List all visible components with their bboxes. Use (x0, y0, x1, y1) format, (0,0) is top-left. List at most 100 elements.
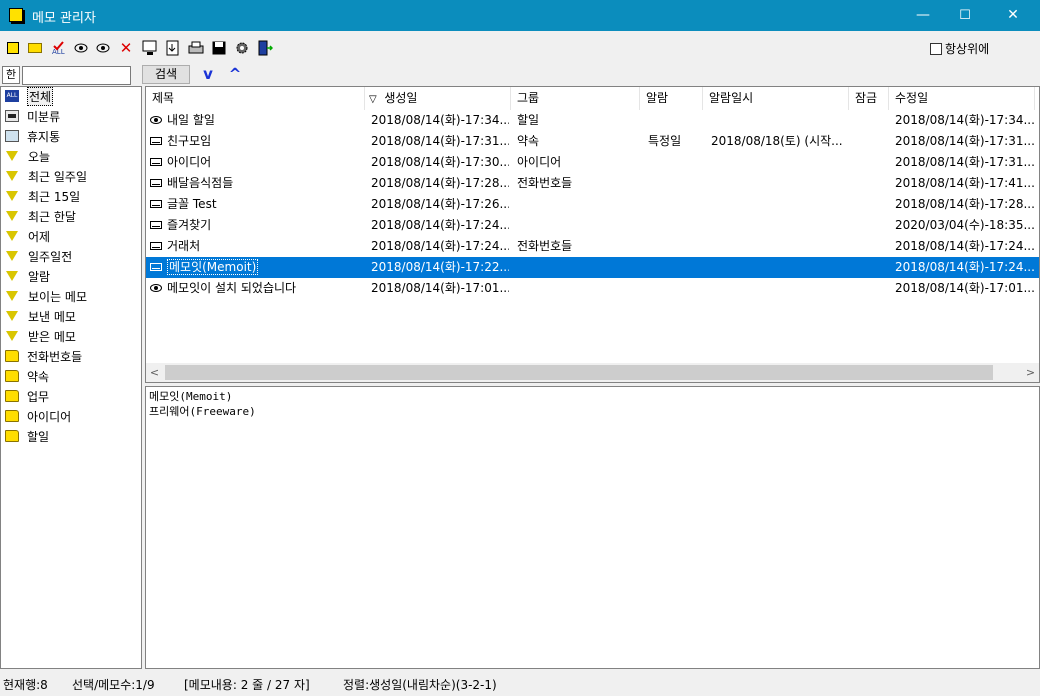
sidebar-item-today[interactable]: 오늘 (5, 147, 50, 165)
table-row[interactable]: 메모잇(Memoit) 2018/08/14(화)-17:22... 2018/08… (146, 257, 1039, 278)
select-all-icon[interactable]: ALL (50, 39, 68, 57)
maximize-button[interactable]: ☐ (942, 0, 988, 31)
row-title-text: 글꼴 Test (167, 197, 217, 211)
table-row[interactable]: 내일 할일 2018/08/14(화)-17:34... 할일 2018/08/14(… (146, 110, 1039, 131)
minimize-button[interactable]: — (900, 0, 946, 31)
save-icon[interactable] (210, 39, 228, 57)
row-alarm (648, 110, 703, 131)
sidebar-item-received-memos[interactable]: 받은 메모 (5, 327, 76, 345)
sidebar-item-label: 보이는 메모 (28, 289, 88, 304)
sidebar-item-label: 최근 일주일 (28, 169, 88, 184)
column-alarm-time[interactable]: 알람일시 (703, 87, 849, 110)
search-next-button[interactable]: v (199, 66, 217, 82)
checkbox-box[interactable] (930, 42, 942, 55)
column-group[interactable]: 그룹 (511, 87, 640, 110)
row-modified: 2018/08/14(화)-17:34... (895, 113, 1035, 127)
column-lock[interactable]: 잠금 (849, 87, 889, 110)
table-row[interactable]: 거래처 2018/08/14(화)-17:24... 전화번호들 2018/08/14… (146, 236, 1039, 257)
sidebar-item-label: 오늘 (28, 149, 51, 164)
table-row[interactable]: 아이디어 2018/08/14(화)-17:30... 아이디어 2018/08/14… (146, 152, 1039, 173)
row-modified: 2018/08/14(화)-17:24... (895, 239, 1035, 253)
sidebar-item-visible-memos[interactable]: 보이는 메모 (5, 287, 87, 305)
sidebar-item-last-week[interactable]: 최근 일주일 (5, 167, 87, 185)
column-alarm[interactable]: 알람 (640, 87, 703, 110)
search-button[interactable]: 검색 (142, 65, 190, 84)
new-memo-icon[interactable] (4, 39, 22, 57)
sidebar-item-label: 업무 (27, 389, 50, 404)
row-title: 즐겨찾기 (150, 215, 364, 236)
sidebar-item-unclassified[interactable]: 미분류 (5, 107, 60, 125)
exit-door-icon[interactable] (256, 39, 274, 57)
memo-icon (150, 158, 162, 166)
filter-icon (6, 311, 18, 321)
hide-memo-icon[interactable] (94, 39, 112, 57)
table-row[interactable]: 배달음식점들 2018/08/14(화)-17:28... 전화번호들 2018/08… (146, 173, 1039, 194)
row-lock (855, 131, 887, 152)
filter-icon (6, 191, 18, 201)
sidebar-item-last-month[interactable]: 최근 한달 (5, 207, 76, 225)
memo-list[interactable]: 제목 ▽ 생성일 그룹 알람 알람일시 잠금 수정일 내일 할일 2018/08/… (145, 86, 1040, 383)
sidebar-item-all[interactable]: ALL 전체 (5, 86, 54, 106)
sidebar-item-label: 전화번호들 (27, 349, 83, 364)
table-row[interactable]: 글꼴 Test 2018/08/14(화)-17:26... 2018/08/14(… (146, 194, 1039, 215)
ime-mode-indicator[interactable]: 한 (2, 66, 20, 84)
always-on-top-label: 항상위에 (945, 42, 990, 56)
column-created[interactable]: ▽ 생성일 (365, 87, 511, 110)
monitor-icon[interactable] (141, 39, 159, 57)
row-title: 배달음식점들 (150, 173, 364, 194)
column-modified[interactable]: 수정일 (889, 87, 1035, 110)
row-title-text: 즐겨찾기 (167, 218, 212, 232)
row-lock (855, 152, 887, 173)
row-title: 아이디어 (150, 152, 364, 173)
column-title[interactable]: 제목 (146, 87, 365, 110)
row-title: 메모잇(Memoit) (150, 257, 364, 278)
scrollbar-thumb[interactable] (165, 365, 993, 380)
row-alarm-time: 2018/08/18(토) (시작... (711, 134, 843, 148)
scroll-right-icon[interactable]: > (1022, 363, 1039, 382)
sidebar-item-last-15-days[interactable]: 최근 15일 (5, 187, 80, 205)
row-lock (855, 236, 887, 257)
sidebar-item-alarm[interactable]: 알람 (5, 267, 50, 285)
import-icon[interactable] (164, 39, 182, 57)
search-prev-button[interactable]: ^ (226, 66, 244, 82)
filter-icon (6, 251, 18, 261)
row-created: 2018/08/14(화)-17:24... (371, 239, 509, 253)
row-alarm-time (711, 110, 847, 131)
print-icon[interactable] (187, 39, 205, 57)
group-sidebar: ALL 전체 미분류 휴지통 오늘 최근 일주일 최근 15일 최근 한달 어제 … (0, 86, 142, 669)
delete-icon[interactable]: ✕ (117, 39, 135, 57)
horizontal-scrollbar[interactable]: < > (146, 363, 1039, 382)
row-alarm-time (711, 236, 847, 257)
window-title: 메모 관리자 (32, 11, 96, 26)
sidebar-item-week-ago[interactable]: 일주일전 (5, 247, 72, 265)
sidebar-item-sent-memos[interactable]: 보낸 메모 (5, 307, 76, 325)
always-on-top-checkbox[interactable]: 항상위에 (930, 40, 989, 57)
row-group: 할일 (517, 113, 540, 127)
row-alarm-time (711, 257, 847, 278)
sidebar-item-label: 약속 (27, 369, 50, 384)
sidebar-item-ideas[interactable]: 아이디어 (5, 407, 71, 425)
scroll-left-icon[interactable]: < (146, 363, 163, 382)
row-title-text: 친구모임 (167, 134, 212, 148)
sidebar-item-appointments[interactable]: 약속 (5, 367, 49, 385)
memo-content[interactable]: 메모잇(Memoit) 프리웨어(Freeware) (145, 386, 1040, 669)
all-icon: ALL (5, 90, 19, 102)
title-bar: 메모 관리자 — ☐ ✕ (0, 0, 1040, 31)
close-button[interactable]: ✕ (990, 0, 1036, 31)
sidebar-item-yesterday[interactable]: 어제 (5, 227, 50, 245)
row-modified: 2018/08/14(화)-17:31... (895, 134, 1035, 148)
row-alarm-time (711, 278, 847, 299)
sidebar-item-todo[interactable]: 할일 (5, 427, 49, 445)
table-row[interactable]: 친구모임 2018/08/14(화)-17:31... 약속 특정일 2018/08/1… (146, 131, 1039, 152)
sidebar-item-trash[interactable]: 휴지통 (5, 127, 60, 145)
new-folder-icon[interactable] (26, 39, 44, 57)
sidebar-item-work[interactable]: 업무 (5, 387, 49, 405)
show-memo-icon[interactable] (72, 39, 90, 57)
sidebar-item-phone-numbers[interactable]: 전화번호들 (5, 347, 82, 365)
row-title-text: 아이디어 (167, 155, 212, 169)
row-created: 2018/08/14(화)-17:01... (371, 281, 509, 295)
table-row[interactable]: 메모잇이 설치 되었습니다 2018/08/14(화)-17:01... 2018/… (146, 278, 1039, 299)
table-row[interactable]: 즐겨찾기 2018/08/14(화)-17:24... 2020/03/04(수)-… (146, 215, 1039, 236)
settings-gear-icon[interactable] (233, 39, 251, 57)
search-input[interactable] (22, 66, 131, 85)
